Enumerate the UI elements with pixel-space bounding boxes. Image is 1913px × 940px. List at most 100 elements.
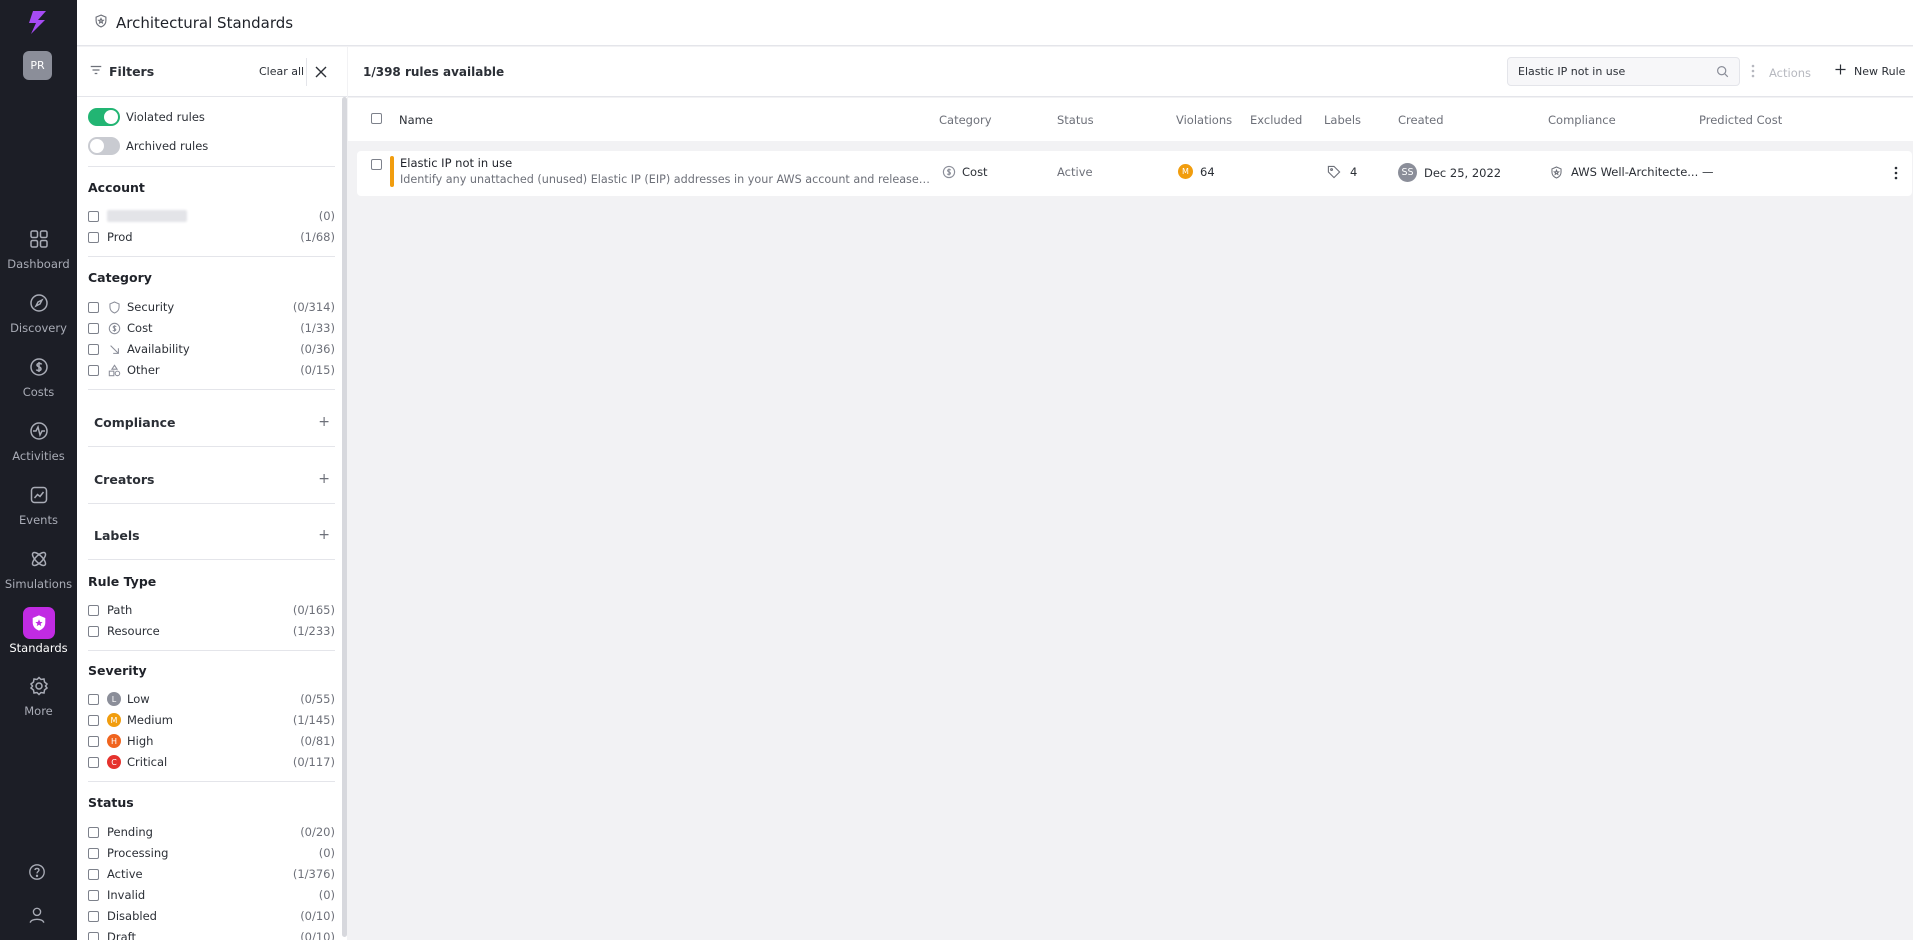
nav-events[interactable]: Events <box>0 479 77 535</box>
checkbox[interactable] <box>88 625 99 637</box>
checkbox[interactable] <box>88 756 99 768</box>
column-excluded[interactable]: Excluded <box>1250 113 1302 127</box>
search-box[interactable] <box>1507 57 1740 86</box>
row-category: Cost <box>942 165 988 179</box>
divider <box>88 446 335 447</box>
nav-label: Dashboard <box>7 257 70 271</box>
select-all-checkbox[interactable] <box>371 113 382 124</box>
checkbox[interactable] <box>88 210 99 222</box>
help-icon[interactable] <box>24 859 50 885</box>
checkbox[interactable] <box>88 322 99 334</box>
filters-scrollbar[interactable] <box>342 97 347 937</box>
search-icon[interactable] <box>1716 65 1729 81</box>
checkbox[interactable] <box>88 343 99 355</box>
severity-filter-low[interactable]: L Low (0/55) <box>88 690 335 708</box>
rule-type-filter-resource[interactable]: Resource (1/233) <box>88 622 335 640</box>
checkbox[interactable] <box>88 604 99 616</box>
status-filter-processing[interactable]: Processing (0) <box>88 844 335 862</box>
arrow-down-right-icon <box>107 342 121 356</box>
nav-activities[interactable]: Activities <box>0 415 77 471</box>
shield-icon <box>107 300 121 314</box>
row-labels[interactable]: 4 <box>1327 165 1357 179</box>
violated-rules-toggle-row[interactable]: Violated rules <box>88 107 205 127</box>
column-predicted-cost[interactable]: Predicted Cost <box>1699 113 1782 127</box>
checkbox[interactable] <box>88 931 99 940</box>
category-filter-other[interactable]: Other (0/15) <box>88 361 335 379</box>
filter-label: Processing <box>107 846 169 860</box>
account-icon[interactable] <box>24 902 50 928</box>
severity-filter-medium[interactable]: M Medium (1/145) <box>88 711 335 729</box>
filter-count: (0/81) <box>300 734 335 748</box>
column-name[interactable]: Name <box>399 113 433 127</box>
close-filters-button[interactable] <box>306 58 334 86</box>
checkbox[interactable] <box>88 693 99 705</box>
actions-button[interactable]: Actions <box>1751 64 1811 81</box>
checkbox[interactable] <box>88 231 99 243</box>
account-filter-prod[interactable]: Prod (1/68) <box>88 228 335 246</box>
severity-section-title: Severity <box>88 663 147 678</box>
row-checkbox[interactable] <box>371 159 382 170</box>
nav-costs[interactable]: Costs <box>0 351 77 407</box>
category-filter-security[interactable]: Security (0/314) <box>88 298 335 316</box>
search-input[interactable] <box>1518 65 1708 78</box>
dollar-icon <box>23 351 55 383</box>
checkbox[interactable] <box>88 364 99 376</box>
checkbox[interactable] <box>88 889 99 901</box>
row-menu-button[interactable] <box>1894 166 1898 180</box>
plus-icon: + <box>318 471 330 487</box>
filter-count: (0/36) <box>300 342 335 356</box>
violated-rules-toggle[interactable] <box>88 108 120 126</box>
row-violations[interactable]: M 64 <box>1178 164 1215 179</box>
page-title: Architectural Standards <box>116 13 294 32</box>
nav-more[interactable]: More <box>0 670 77 726</box>
nav-discovery[interactable]: Discovery <box>0 287 77 343</box>
status-filter-draft[interactable]: Draft (0/10) <box>88 928 335 940</box>
nav-simulations[interactable]: Simulations <box>0 543 77 599</box>
dollar-icon <box>107 321 121 335</box>
column-status[interactable]: Status <box>1057 113 1094 127</box>
nav-standards[interactable]: Standards <box>0 607 77 663</box>
logo-icon[interactable] <box>24 8 52 36</box>
status-filter-active[interactable]: Active (1/376) <box>88 865 335 883</box>
column-compliance[interactable]: Compliance <box>1548 113 1616 127</box>
rule-type-section-title: Rule Type <box>88 574 157 589</box>
row-predicted-cost: — <box>1702 165 1714 179</box>
checkbox[interactable] <box>88 714 99 726</box>
created-date: Dec 25, 2022 <box>1424 165 1502 180</box>
filter-label: Active <box>107 867 143 881</box>
archived-rules-toggle[interactable] <box>88 137 120 155</box>
filter-label: Resource <box>107 624 160 638</box>
status-filter-pending[interactable]: Pending (0/20) <box>88 823 335 841</box>
new-rule-button[interactable]: New Rule <box>1835 64 1905 78</box>
checkbox[interactable] <box>88 301 99 313</box>
category-filter-cost[interactable]: Cost (1/33) <box>88 319 335 337</box>
rules-available-count: 1/398 rules available <box>363 65 505 79</box>
clear-all-button[interactable]: Clear all <box>259 65 304 78</box>
severity-filter-high[interactable]: H High (0/81) <box>88 732 335 750</box>
row-compliance[interactable]: AWS Well-Architecte... <box>1550 165 1698 179</box>
archived-rules-toggle-row[interactable]: Archived rules <box>88 136 208 156</box>
checkbox[interactable] <box>88 735 99 747</box>
creators-section-toggle[interactable]: Creators + <box>94 471 330 487</box>
rule-type-filter-path[interactable]: Path (0/165) <box>88 601 335 619</box>
labels-section-toggle[interactable]: Labels + <box>94 527 330 543</box>
column-violations[interactable]: Violations <box>1176 113 1232 127</box>
status-filter-disabled[interactable]: Disabled (0/10) <box>88 907 335 925</box>
checkbox[interactable] <box>88 847 99 859</box>
column-created[interactable]: Created <box>1398 113 1444 127</box>
checkbox[interactable] <box>88 868 99 880</box>
category-filter-availability[interactable]: Availability (0/36) <box>88 340 335 358</box>
rule-name[interactable]: Elastic IP not in use <box>400 156 512 170</box>
nav-dashboard[interactable]: Dashboard <box>0 223 77 279</box>
severity-filter-critical[interactable]: C Critical (0/117) <box>88 753 335 771</box>
column-category[interactable]: Category <box>939 113 992 127</box>
compliance-section-toggle[interactable]: Compliance + <box>94 414 330 430</box>
account-filter-redacted[interactable]: (0) <box>88 207 335 225</box>
divider <box>88 166 335 167</box>
checkbox[interactable] <box>88 910 99 922</box>
checkbox[interactable] <box>88 826 99 838</box>
user-avatar[interactable]: PR <box>23 51 52 80</box>
column-labels[interactable]: Labels <box>1324 113 1361 127</box>
table-row[interactable]: Elastic IP not in use Identify any unatt… <box>357 151 1912 196</box>
status-filter-invalid[interactable]: Invalid (0) <box>88 886 335 904</box>
